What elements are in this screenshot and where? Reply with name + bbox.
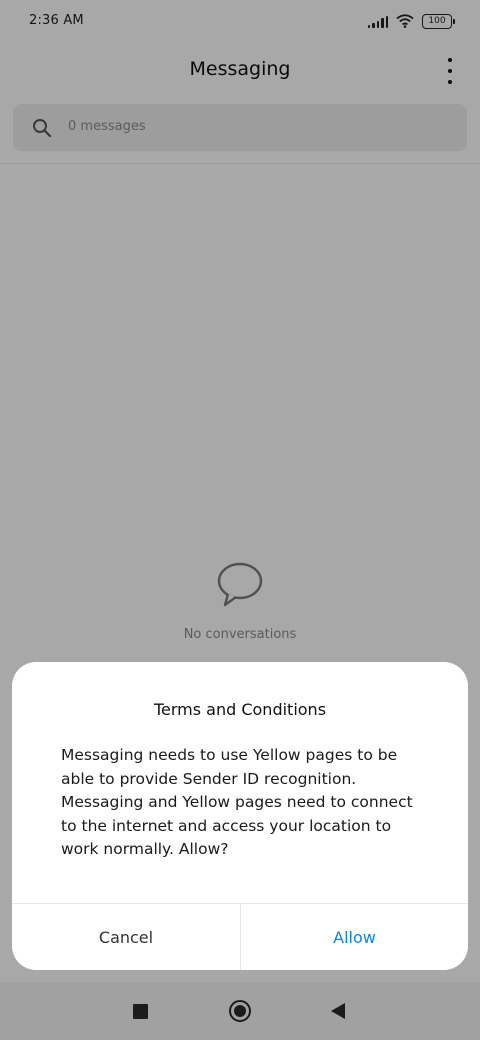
dialog-title: Terms and Conditions: [153, 700, 327, 719]
messaging-screen: 2:36 AM 100 Messaging 0 messages No conv…: [0, 0, 480, 1040]
dialog-message: Messaging needs to use Yellow pages to b…: [61, 746, 413, 858]
allow-button[interactable]: Allow: [241, 904, 468, 970]
terms-dialog: Terms and Conditions Messaging needs to …: [12, 662, 468, 970]
cancel-button[interactable]: Cancel: [12, 904, 240, 970]
